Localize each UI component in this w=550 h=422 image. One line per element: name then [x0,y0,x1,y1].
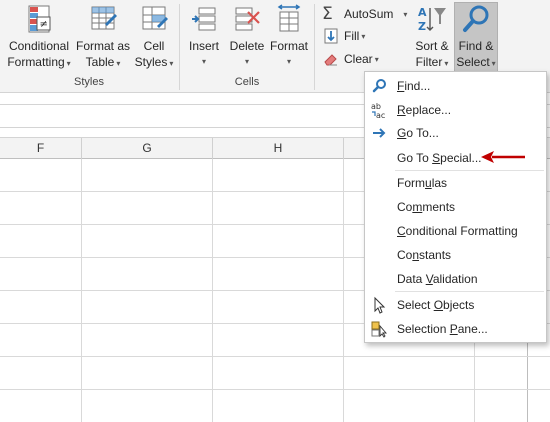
format-as-table-line2: Table [85,55,115,69]
delete-cells-button[interactable]: Delete ▾ [226,2,268,68]
menu-separator [395,291,544,292]
insert-cells-icon [192,7,216,31]
menu-item-label: Data Validation [397,272,478,286]
chevron-down-icon: ▾ [169,59,174,68]
grid-line [0,389,550,390]
menu-item-label: Find... [397,79,431,93]
goto-icon [373,128,386,138]
svg-text:ac: ac [376,111,385,119]
menu-item-label: Formulas [397,176,448,190]
find-select-line1: Find & [458,39,494,53]
chevron-down-icon: ▾ [66,59,71,68]
clear-icon [324,54,337,66]
chevron-down-icon: ▾ [374,54,379,64]
menu-item-label: Selection Pane... [397,322,488,336]
menu-item-label: Go To... [397,126,439,140]
menu-item-label: Select Objects [397,298,475,312]
column-header-g[interactable]: G [82,138,213,159]
conditional-formatting-line2: Formatting [7,55,65,69]
delete-cells-icon [235,7,260,31]
format-as-table-button[interactable]: Format as Table ▾ [74,2,132,72]
menu-item-comments[interactable]: Comments [365,195,546,219]
format-as-table-icon [91,6,117,30]
menu-item-selection-pane[interactable]: Selection Pane... [365,317,546,341]
chevron-down-icon: ▾ [361,31,366,41]
menu-item-find[interactable]: Find... [365,74,546,98]
format-label: Format [269,39,308,53]
chevron-down-icon: ▾ [286,57,291,66]
menu-item-goto[interactable]: Go To... [365,121,546,145]
select-objects-icon [374,296,386,314]
insert-cells-button[interactable]: Insert ▾ [184,2,224,68]
menu-item-label: Constants [397,248,452,262]
find-select-menu: Find... ab ac Replace... Go To... Go To … [364,71,547,343]
menu-item-constants[interactable]: Constants [365,243,546,267]
chevron-down-icon: ▾ [444,59,449,68]
menu-item-replace[interactable]: ab ac Replace... [365,98,546,122]
menu-item-label: Comments [397,200,456,214]
column-header-f[interactable]: F [0,138,82,159]
sort-filter-line2: Filter [415,55,443,69]
menu-item-label: Go To Special... [397,151,482,165]
cell-styles-icon [142,6,168,30]
autosum-label: AutoSum [344,7,394,21]
replace-icon: ab ac [371,102,385,119]
chevron-down-icon: ▾ [491,59,496,68]
menu-item-label: Conditional Formatting [397,224,518,238]
menu-item-label: Replace... [397,103,452,117]
conditional-formatting-icon: ≠ [28,5,51,33]
clear-label: Clear [344,52,373,66]
cell-styles-line1: Cell [143,39,165,53]
conditional-formatting-line1: Conditional [8,39,70,53]
selection-pane-icon [371,321,387,338]
conditional-formatting-button[interactable]: ≠ Conditional Formatting ▾ [4,2,74,72]
find-icon [372,79,386,93]
menu-item-formulas[interactable]: Formulas [365,171,546,195]
autosum-button[interactable]: Σ AutoSum ▾ [322,4,407,24]
chevron-down-icon: ▾ [116,59,121,68]
autosum-icon: Σ [322,4,333,24]
sort-filter-button[interactable]: A Z Sort & Filter ▾ [412,2,452,72]
format-cells-button[interactable]: Format ▾ [268,2,310,68]
cell-styles-button[interactable]: Cell Styles ▾ [132,2,176,72]
find-select-icon [463,5,489,32]
insert-label: Insert [188,39,219,53]
find-select-button[interactable]: Find & Select ▾ [454,2,498,72]
chevron-down-icon: ▾ [201,57,206,66]
sort-filter-line1: Sort & [415,39,449,53]
group-separator [314,4,315,90]
menu-item-select-objects[interactable]: Select Objects [365,293,546,317]
annotation-arrow-icon [481,151,525,163]
menu-item-conditional-formatting[interactable]: Conditional Formatting [365,219,546,243]
fill-icon [324,28,338,44]
svg-text:ab: ab [371,102,381,111]
chevron-down-icon: ▾ [403,9,408,19]
format-as-table-line1: Format as [75,39,130,53]
styles-group-label: Styles [74,76,104,88]
svg-text:≠: ≠ [40,19,48,30]
svg-text:Z: Z [418,20,426,33]
cell-styles-line2: Styles [134,55,168,69]
clear-button[interactable]: Clear ▾ [322,49,379,69]
svg-text:A: A [418,6,427,19]
fill-label: Fill [344,29,360,43]
delete-label: Delete [229,39,265,53]
menu-item-data-validation[interactable]: Data Validation [365,267,546,291]
fill-button[interactable]: Fill ▾ [322,26,365,46]
column-header-h[interactable]: H [213,138,344,159]
find-select-line2: Select [456,55,490,69]
sort-filter-icon: A Z [418,6,446,33]
chevron-down-icon: ▾ [244,57,249,66]
grid-line [0,356,550,357]
format-cells-icon [277,4,301,32]
cells-group-label: Cells [234,76,260,88]
